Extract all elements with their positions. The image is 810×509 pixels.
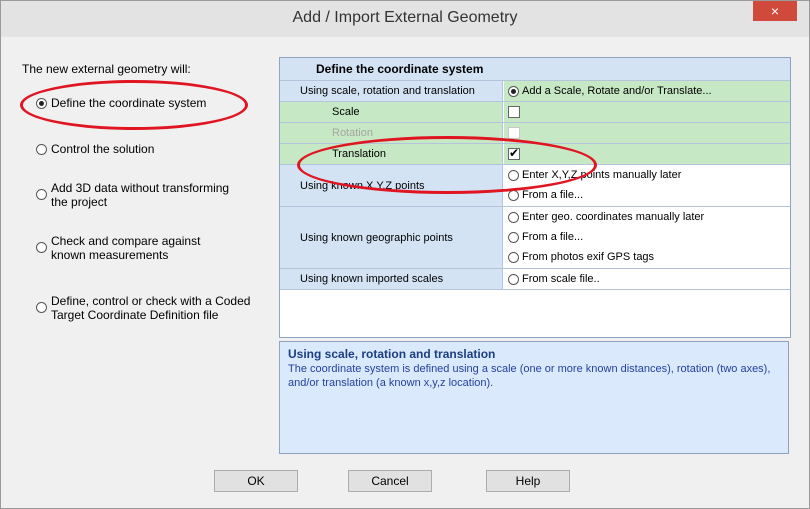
row-options	[504, 123, 790, 143]
option-label: Add 3D data without transforming the pro…	[51, 181, 230, 209]
rotation-checkbox	[508, 127, 520, 139]
radio-button[interactable]	[36, 144, 47, 155]
description-title: Using scale, rotation and translation	[288, 347, 496, 361]
option-add-scale-rotate-translate[interactable]: Add a Scale, Rotate and/or Translate...	[508, 81, 790, 101]
option-label: Enter X,Y,Z points manually later	[522, 169, 682, 181]
radio-button[interactable]	[36, 302, 47, 313]
radio-button[interactable]	[508, 211, 519, 223]
row-known-imported-scales: Using known imported scales From scale f…	[280, 268, 790, 290]
row-label: Scale	[280, 102, 503, 122]
row-known-geographic-points: Using known geographic points Enter geo.…	[280, 206, 790, 268]
row-label: Translation	[280, 144, 503, 164]
cancel-button[interactable]: Cancel	[348, 470, 432, 492]
help-button[interactable]: Help	[486, 470, 570, 492]
row-known-xyz-points: Using known X,Y,Z points Enter X,Y,Z poi…	[280, 164, 790, 206]
option-check-compare[interactable]: Check and compare against known measurem…	[36, 234, 236, 262]
row-scale-rotation-translation: Using scale, rotation and translation Ad…	[280, 80, 790, 101]
dialog-title: Add / Import External Geometry	[292, 9, 518, 26]
description-text: The coordinate system is defined using a…	[288, 363, 771, 389]
option-geo-from-exif[interactable]: From photos exif GPS tags	[508, 247, 790, 267]
purpose-intro-label: The new external geometry will:	[22, 62, 191, 76]
row-label: Using scale, rotation and translation	[280, 81, 503, 101]
row-options: Enter X,Y,Z points manually later From a…	[504, 165, 790, 206]
row-options	[504, 144, 790, 164]
radio-button[interactable]	[508, 189, 519, 201]
option-label: Check and compare against known measurem…	[51, 234, 201, 262]
option-define-coordinate-system[interactable]: Define the coordinate system	[36, 96, 266, 110]
option-enter-xyz-manually[interactable]: Enter X,Y,Z points manually later	[508, 165, 790, 185]
row-options	[504, 102, 790, 122]
radio-button[interactable]	[508, 231, 519, 243]
row-translation: Translation	[280, 143, 790, 164]
option-control-solution[interactable]: Control the solution	[36, 142, 266, 156]
row-scale: Scale	[280, 101, 790, 122]
row-options: Enter geo. coordinates manually later Fr…	[504, 207, 790, 268]
description-panel: Using scale, rotation and translation Th…	[279, 341, 789, 454]
option-enter-geo-manually[interactable]: Enter geo. coordinates manually later	[508, 207, 790, 227]
coordinate-system-grid: Define the coordinate system Using scale…	[279, 57, 791, 338]
option-label: From scale file..	[522, 273, 600, 285]
option-from-scale-file[interactable]: From scale file..	[508, 269, 790, 289]
ok-button[interactable]: OK	[214, 470, 298, 492]
option-xyz-from-file[interactable]: From a file...	[508, 185, 790, 205]
row-label: Using known X,Y,Z points	[280, 165, 503, 206]
radio-button[interactable]	[36, 189, 47, 200]
option-label: Add a Scale, Rotate and/or Translate...	[522, 85, 712, 97]
radio-button-selected[interactable]	[508, 85, 519, 97]
radio-button[interactable]	[508, 251, 519, 263]
row-label: Using known imported scales	[280, 269, 503, 289]
option-geo-from-file[interactable]: From a file...	[508, 227, 790, 247]
row-label: Using known geographic points	[280, 207, 503, 268]
row-label: Rotation	[280, 123, 503, 143]
scale-checkbox[interactable]	[508, 106, 520, 118]
option-label: From photos exif GPS tags	[522, 251, 655, 263]
option-label: Enter geo. coordinates manually later	[522, 211, 705, 223]
close-button[interactable]: ×	[753, 1, 797, 21]
option-add-3d-data[interactable]: Add 3D data without transforming the pro…	[36, 181, 236, 209]
grid-header: Define the coordinate system	[280, 58, 790, 80]
radio-button-selected[interactable]	[36, 98, 47, 109]
close-icon: ×	[770, 3, 780, 19]
radio-button[interactable]	[508, 169, 519, 181]
radio-button[interactable]	[508, 273, 519, 285]
title-bar: Add / Import External Geometry ×	[1, 1, 809, 37]
option-coded-target[interactable]: Define, control or check with a Coded Ta…	[36, 294, 276, 322]
option-label: Define, control or check with a Coded Ta…	[51, 294, 251, 322]
row-rotation: Rotation	[280, 122, 790, 143]
option-label: From a file...	[522, 189, 584, 201]
radio-button[interactable]	[36, 242, 47, 253]
row-options: From scale file..	[504, 269, 790, 289]
option-label: Define the coordinate system	[51, 96, 207, 110]
option-label: From a file...	[522, 231, 584, 243]
row-options: Add a Scale, Rotate and/or Translate...	[504, 81, 790, 101]
option-label: Control the solution	[51, 142, 155, 156]
translation-checkbox[interactable]	[508, 146, 520, 160]
